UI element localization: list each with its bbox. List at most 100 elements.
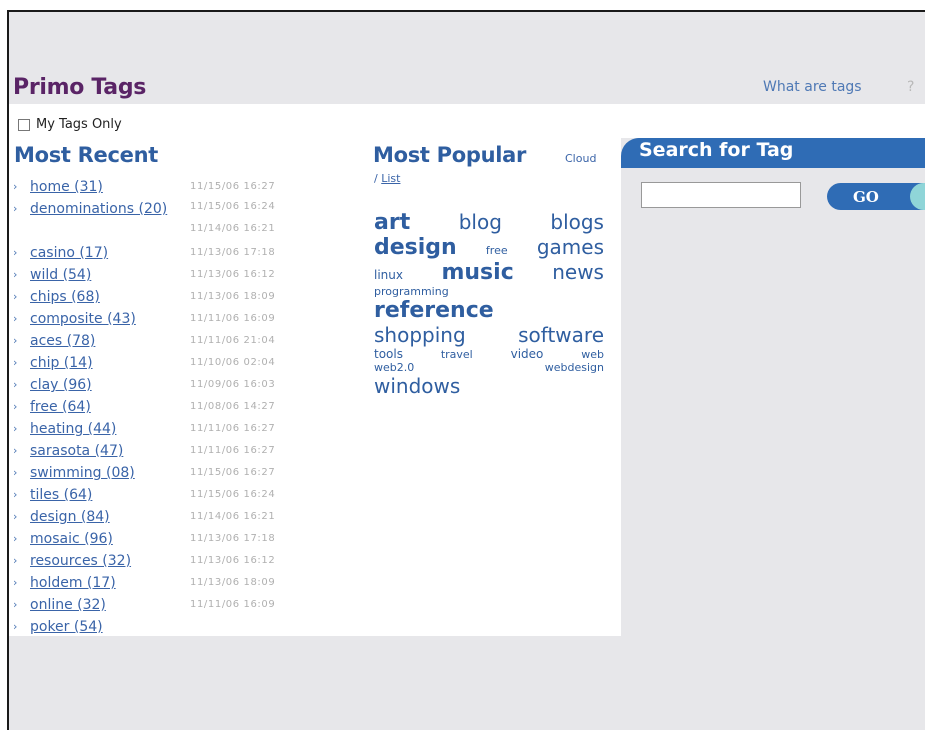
tag-cloud-row: windows xyxy=(374,374,604,398)
popular-tag-link[interactable]: linux xyxy=(374,268,403,282)
tag-cloud-row: reference xyxy=(374,298,604,323)
tag-search-input[interactable] xyxy=(641,182,801,208)
popular-tag-link[interactable]: web2.0 xyxy=(374,361,414,374)
bullet-icon: › xyxy=(13,268,18,281)
recent-tag-date: 11/14/06 16:21 xyxy=(190,511,276,522)
bullet-icon: › xyxy=(13,598,18,611)
recent-tag-row: › free (64) 11/08/06 14:27 xyxy=(9,397,339,419)
recent-tag-link[interactable]: mosaic (96) xyxy=(30,529,180,549)
recent-tag-link[interactable]: denominations (20) xyxy=(30,199,180,219)
popular-tag-link[interactable]: web xyxy=(581,348,604,361)
recent-tag-row: › poker (54) xyxy=(9,617,339,639)
popular-tag-link[interactable]: design xyxy=(374,235,457,260)
recent-tag-date: 11/13/06 17:18 xyxy=(190,533,276,544)
bullet-icon: › xyxy=(13,554,18,567)
recent-tag-row: › denominations (20) 11/15/06 16:24 11/14/0… xyxy=(9,199,339,243)
recent-tag-link[interactable]: free (64) xyxy=(30,397,180,417)
popular-tag-link[interactable]: tools xyxy=(374,347,403,361)
bullet-icon: › xyxy=(13,444,18,457)
recent-tag-link[interactable]: casino (17) xyxy=(30,243,180,263)
recent-tag-link[interactable]: chip (14) xyxy=(30,353,180,373)
search-panel: Search for Tag GO xyxy=(621,138,925,636)
recent-tag-link[interactable]: sarasota (47) xyxy=(30,441,180,461)
recent-tag-row: › holdem (17) 11/13/06 18:09 xyxy=(9,573,339,595)
recent-tag-date: 11/13/06 18:09 xyxy=(190,291,276,302)
recent-tag-date: 11/15/06 16:27 xyxy=(190,467,276,478)
my-tags-checkbox[interactable] xyxy=(18,118,30,131)
bullet-icon: › xyxy=(13,356,18,369)
popular-tag-link[interactable]: windows xyxy=(374,374,460,398)
recent-tag-link[interactable]: home (31) xyxy=(30,177,180,197)
bullet-icon: › xyxy=(13,620,18,633)
recent-tag-link[interactable]: holdem (17) xyxy=(30,573,180,593)
list-view-link[interactable]: List xyxy=(381,172,400,185)
popular-tag-link[interactable]: music xyxy=(441,260,513,285)
tag-cloud-row: shopping software xyxy=(374,323,604,347)
recent-tag-row: › chip (14) 11/10/06 02:04 xyxy=(9,353,339,375)
recent-tag-row: › mosaic (96) 11/13/06 17:18 xyxy=(9,529,339,551)
recent-tag-date: 11/14/06 16:21 xyxy=(190,223,276,234)
tag-cloud-row: linux music news xyxy=(374,260,604,285)
recent-tags-list: › home (31) 11/15/06 16:27 › denominations (… xyxy=(9,177,339,639)
most-recent-heading: Most Recent xyxy=(14,143,158,167)
recent-tag-row: › swimming (08) 11/15/06 16:27 xyxy=(9,463,339,485)
popular-tag-link[interactable]: news xyxy=(552,260,604,284)
tag-cloud: art blog blogs design free games linux music new… xyxy=(374,210,604,398)
recent-tag-date: 11/11/06 16:27 xyxy=(190,445,276,456)
recent-tag-link[interactable]: wild (54) xyxy=(30,265,180,285)
tag-cloud-row: web2.0 webdesign xyxy=(374,361,604,374)
recent-tag-row: › chips (68) 11/13/06 18:09 xyxy=(9,287,339,309)
most-popular-heading: Most Popular xyxy=(373,143,527,167)
recent-tag-row: › aces (78) 11/11/06 21:04 xyxy=(9,331,339,353)
recent-tag-date: 11/13/06 17:18 xyxy=(190,247,276,258)
recent-tag-row: › clay (96) 11/09/06 16:03 xyxy=(9,375,339,397)
popular-tag-link[interactable]: games xyxy=(537,235,604,259)
recent-tag-date: 11/11/06 16:09 xyxy=(190,599,276,610)
view-separator: / xyxy=(374,172,378,185)
recent-tag-link[interactable]: aces (78) xyxy=(30,331,180,351)
popular-tag-link[interactable]: art xyxy=(374,210,410,235)
bullet-icon: › xyxy=(13,400,18,413)
popular-tag-link[interactable]: software xyxy=(518,323,604,347)
help-icon[interactable]: ? xyxy=(907,79,914,95)
popular-tag-link[interactable]: shopping xyxy=(374,323,466,347)
recent-tag-date: 11/13/06 16:12 xyxy=(190,269,276,280)
recent-tag-date: 11/15/06 16:27 xyxy=(190,181,276,192)
popular-tag-link[interactable]: travel xyxy=(441,348,473,361)
bullet-icon: › xyxy=(13,202,18,215)
recent-tag-date: 11/08/06 14:27 xyxy=(190,401,276,412)
recent-tag-date: 11/11/06 16:09 xyxy=(190,313,276,324)
recent-tag-link[interactable]: clay (96) xyxy=(30,375,180,395)
recent-tag-link[interactable]: swimming (08) xyxy=(30,463,180,483)
go-button[interactable]: GO xyxy=(827,183,923,210)
popular-tag-link[interactable]: video xyxy=(511,347,544,361)
my-tags-only-toggle[interactable]: My Tags Only xyxy=(18,117,122,132)
recent-tag-row: › tiles (64) 11/15/06 16:24 xyxy=(9,485,339,507)
recent-tag-link[interactable]: tiles (64) xyxy=(30,485,180,505)
recent-tag-link[interactable]: resources (32) xyxy=(30,551,180,571)
popular-tag-link[interactable]: blog xyxy=(459,210,502,234)
search-header: Search for Tag xyxy=(621,138,925,168)
recent-tag-link[interactable]: composite (43) xyxy=(30,309,180,329)
recent-tag-date: 11/13/06 18:09 xyxy=(190,577,276,588)
cloud-view-link[interactable]: Cloud xyxy=(565,152,596,165)
bullet-icon: › xyxy=(13,246,18,259)
recent-tag-link[interactable]: chips (68) xyxy=(30,287,180,307)
recent-tag-date: 11/11/06 21:04 xyxy=(190,335,276,346)
popular-tag-link[interactable]: free xyxy=(486,244,508,257)
popular-tag-link[interactable]: webdesign xyxy=(545,361,604,374)
popular-tag-link[interactable]: programming xyxy=(374,285,449,298)
recent-tag-link[interactable]: design (84) xyxy=(30,507,180,527)
recent-tag-link[interactable]: online (32) xyxy=(30,595,180,615)
tag-cloud-row: art blog blogs xyxy=(374,210,604,235)
recent-tag-row: › composite (43) 11/11/06 16:09 xyxy=(9,309,339,331)
recent-tag-link[interactable]: heating (44) xyxy=(30,419,180,439)
bullet-icon: › xyxy=(13,576,18,589)
bullet-icon: › xyxy=(13,488,18,501)
recent-tag-link[interactable]: poker (54) xyxy=(30,617,180,637)
what-are-tags-link[interactable]: What are tags xyxy=(763,79,862,95)
popular-tag-link[interactable]: reference xyxy=(374,298,494,323)
recent-tag-row: › design (84) 11/14/06 16:21 xyxy=(9,507,339,529)
bullet-icon: › xyxy=(13,378,18,391)
popular-tag-link[interactable]: blogs xyxy=(550,210,604,234)
